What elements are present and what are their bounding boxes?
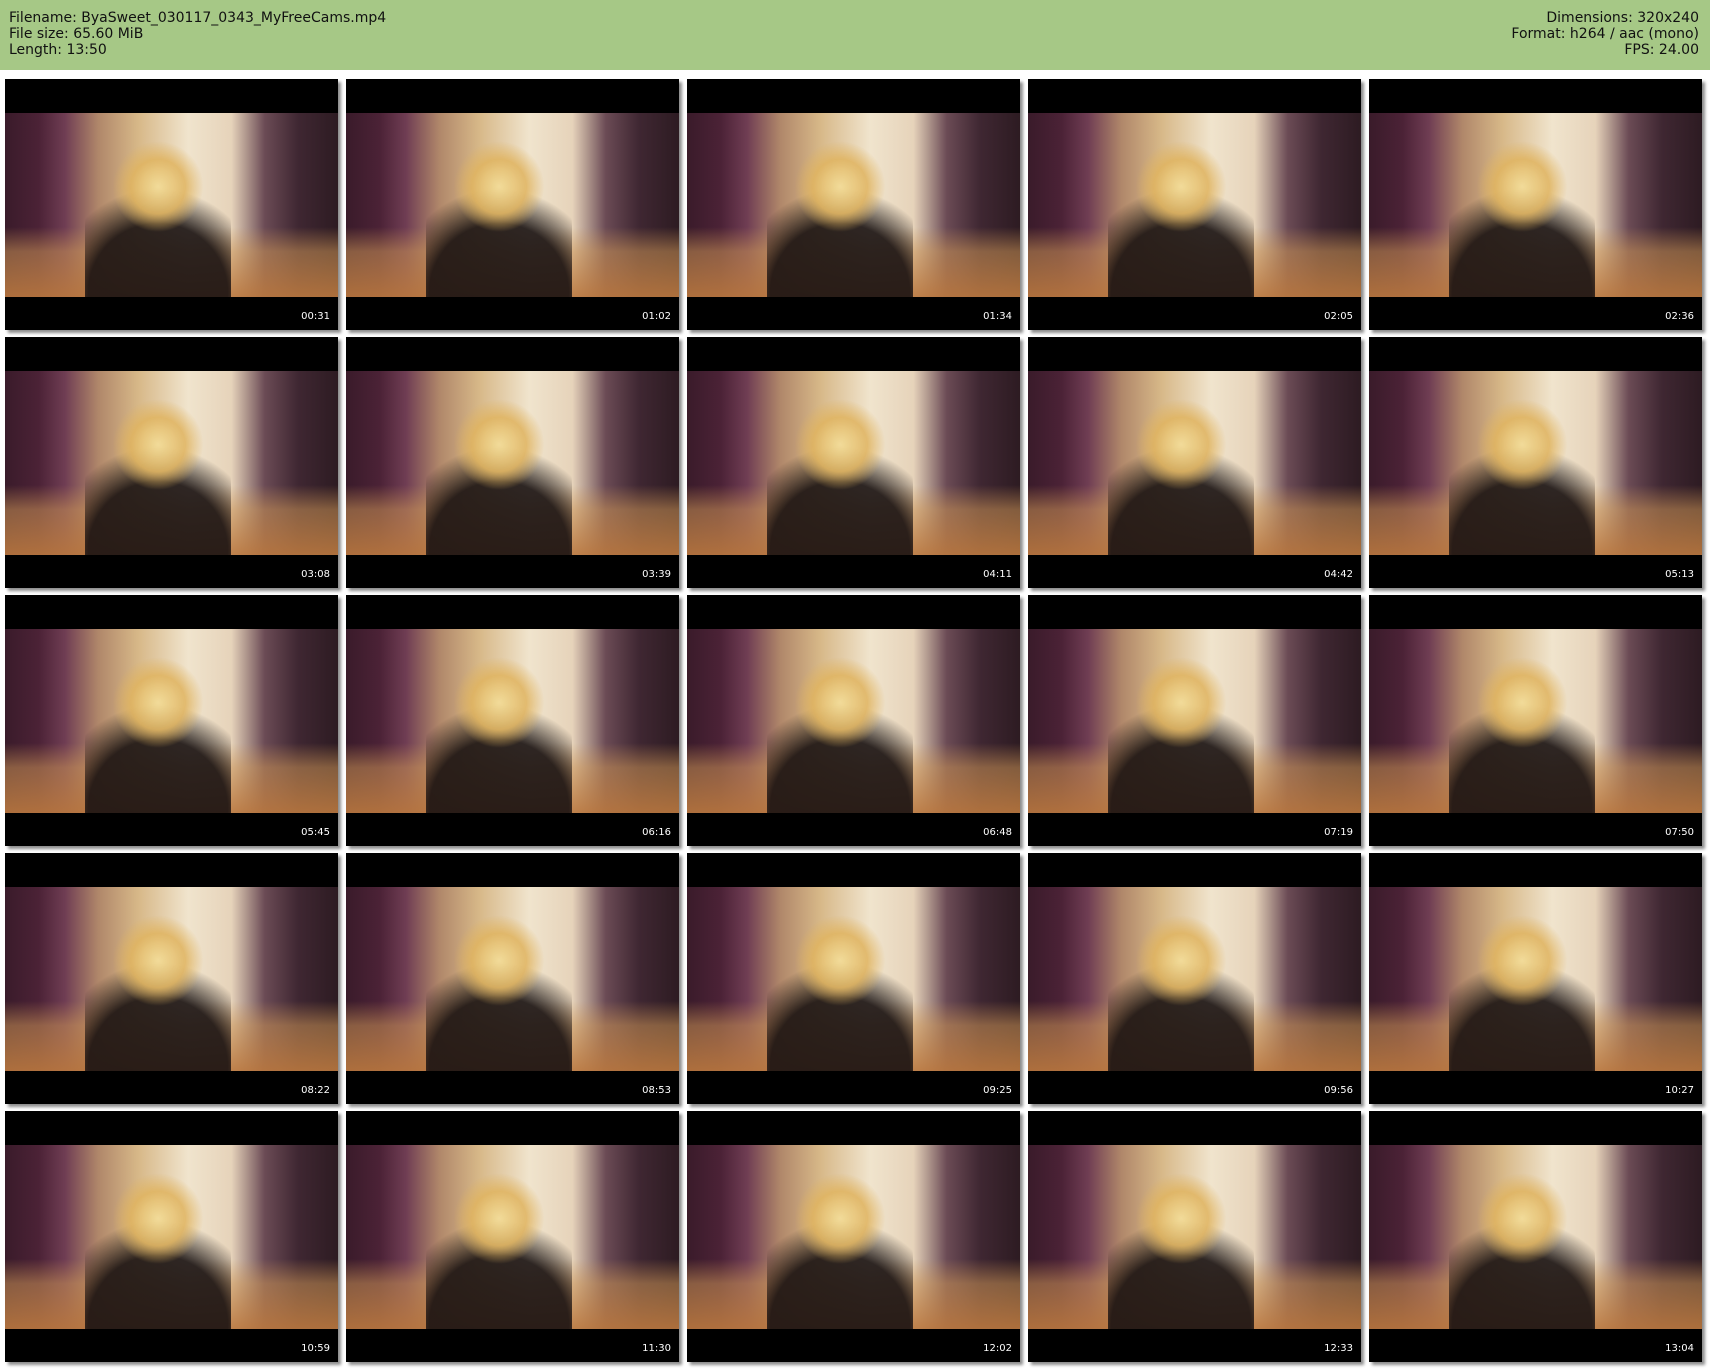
video-frame	[687, 371, 1020, 555]
thumbnail-23: 12:02	[687, 1111, 1020, 1362]
header-left-group: Filename: ByaSweet_030117_0343_MyFreeCam…	[9, 10, 386, 58]
video-frame	[5, 113, 338, 297]
thumbnail-3: 01:34	[687, 79, 1020, 330]
thumbnail-19: 09:56	[1028, 853, 1361, 1104]
timestamp-label: 01:34	[983, 311, 1012, 322]
thumbnail-17: 08:53	[346, 853, 679, 1104]
thumbnail-8: 04:11	[687, 337, 1020, 588]
thumbnail-18: 09:25	[687, 853, 1020, 1104]
thumbnail-16: 08:22	[5, 853, 338, 1104]
timestamp-label: 01:02	[642, 311, 671, 322]
format-label: Format: h264 / aac (mono)	[1511, 26, 1699, 42]
video-frame	[1028, 1145, 1361, 1329]
video-frame	[346, 1145, 679, 1329]
thumbnail-15: 07:50	[1369, 595, 1702, 846]
timestamp-label: 09:25	[983, 1085, 1012, 1096]
thumbnail-12: 06:16	[346, 595, 679, 846]
timestamp-label: 02:05	[1324, 311, 1353, 322]
video-frame	[687, 113, 1020, 297]
timestamp-label: 02:36	[1665, 311, 1694, 322]
thumbnail-14: 07:19	[1028, 595, 1361, 846]
timestamp-label: 06:16	[642, 827, 671, 838]
thumbnail-11: 05:45	[5, 595, 338, 846]
thumbnail-25: 13:04	[1369, 1111, 1702, 1362]
timestamp-label: 03:08	[301, 569, 330, 580]
timestamp-label: 07:19	[1324, 827, 1353, 838]
fps-label: FPS: 24.00	[1624, 42, 1699, 58]
filename-label: Filename: ByaSweet_030117_0343_MyFreeCam…	[9, 10, 387, 26]
timestamp-label: 10:59	[301, 1343, 330, 1354]
timestamp-label: 09:56	[1324, 1085, 1353, 1096]
video-frame	[1028, 887, 1361, 1071]
thumbnail-6: 03:08	[5, 337, 338, 588]
thumbnail-4: 02:05	[1028, 79, 1361, 330]
video-frame	[346, 887, 679, 1071]
video-frame	[5, 629, 338, 813]
thumbnail-9: 04:42	[1028, 337, 1361, 588]
timestamp-label: 06:48	[983, 827, 1012, 838]
thumbnail-10: 05:13	[1369, 337, 1702, 588]
video-frame	[687, 1145, 1020, 1329]
timestamp-label: 10:27	[1665, 1085, 1694, 1096]
video-frame	[1028, 629, 1361, 813]
video-frame	[1369, 371, 1702, 555]
timestamp-label: 12:33	[1324, 1343, 1353, 1354]
thumbnail-21: 10:59	[5, 1111, 338, 1362]
video-frame	[1369, 887, 1702, 1071]
filesize-label: File size: 65.60 MiB	[9, 26, 144, 42]
video-frame	[5, 1145, 338, 1329]
thumbnail-5: 02:36	[1369, 79, 1702, 330]
dimensions-label: Dimensions: 320x240	[1546, 10, 1699, 26]
timestamp-label: 12:02	[983, 1343, 1012, 1354]
timestamp-label: 05:13	[1665, 569, 1694, 580]
timestamp-label: 08:22	[301, 1085, 330, 1096]
header-right-group: Dimensions: 320x240 Format: h264 / aac (…	[1511, 10, 1699, 58]
timestamp-label: 04:11	[983, 569, 1012, 580]
video-frame	[1028, 113, 1361, 297]
video-frame	[346, 371, 679, 555]
thumbnail-20: 10:27	[1369, 853, 1702, 1104]
video-frame	[1369, 113, 1702, 297]
thumbnail-7: 03:39	[346, 337, 679, 588]
video-frame	[687, 887, 1020, 1071]
video-frame	[5, 887, 338, 1071]
timestamp-label: 03:39	[642, 569, 671, 580]
video-frame	[346, 113, 679, 297]
timestamp-label: 00:31	[301, 311, 330, 322]
thumbnail-1: 00:31	[5, 79, 338, 330]
video-frame	[1028, 371, 1361, 555]
video-frame	[346, 629, 679, 813]
timestamp-label: 05:45	[301, 827, 330, 838]
timestamp-label: 04:42	[1324, 569, 1353, 580]
length-label: Length: 13:50	[9, 42, 107, 58]
video-frame	[1369, 1145, 1702, 1329]
thumbnail-grid: 00:31 01:02 01:34 02:05 02:36 03:08 03:3…	[5, 79, 1705, 1362]
timestamp-label: 11:30	[642, 1343, 671, 1354]
timestamp-label: 08:53	[642, 1085, 671, 1096]
thumbnail-2: 01:02	[346, 79, 679, 330]
thumbnail-22: 11:30	[346, 1111, 679, 1362]
video-frame	[1369, 629, 1702, 813]
video-frame	[687, 629, 1020, 813]
video-frame	[5, 371, 338, 555]
thumbnail-13: 06:48	[687, 595, 1020, 846]
timestamp-label: 07:50	[1665, 827, 1694, 838]
timestamp-label: 13:04	[1665, 1343, 1694, 1354]
thumbnail-24: 12:33	[1028, 1111, 1361, 1362]
metadata-header: Filename: ByaSweet_030117_0343_MyFreeCam…	[0, 0, 1710, 70]
